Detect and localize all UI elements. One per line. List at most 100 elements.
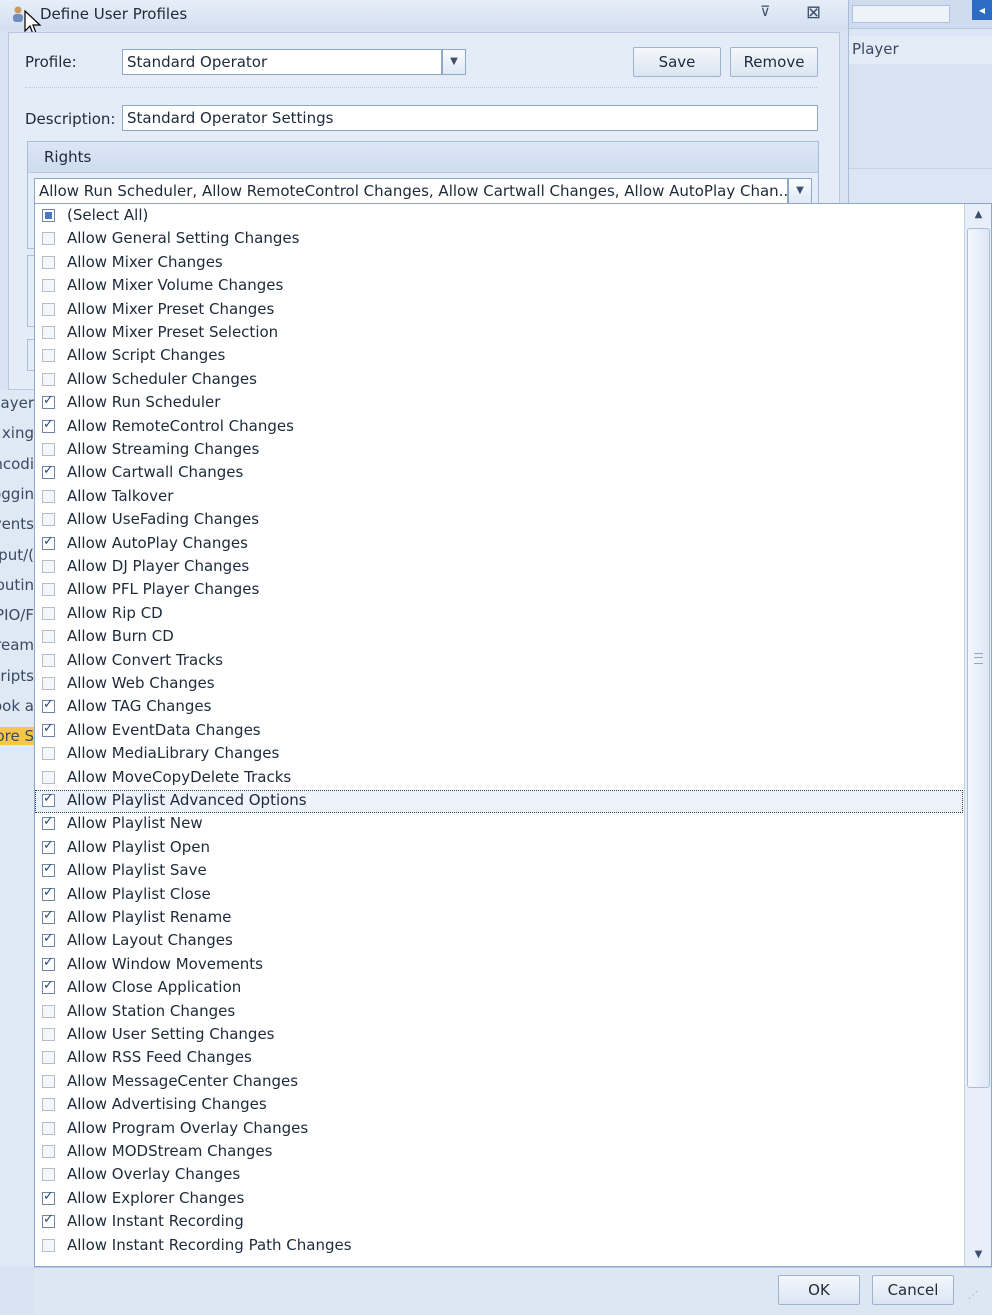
checked-checkbox[interactable] [42,908,55,924]
profile-select[interactable]: Standard Operator [122,49,442,75]
unchecked-checkbox[interactable] [42,747,55,761]
rights-list-item[interactable]: Allow Mixer Preset Changes [35,299,963,322]
unchecked-checkbox[interactable] [42,653,55,667]
checked-checkbox[interactable] [42,417,55,433]
rights-list-item[interactable]: Allow Instant Recording [35,1211,963,1234]
background-nav-item[interactable]: vents [0,515,34,533]
cancel-button[interactable]: Cancel [872,1275,954,1305]
rights-list-item[interactable]: Allow RemoteControl Changes [35,416,963,439]
unchecked-checkbox[interactable] [42,232,55,246]
rights-list-item[interactable]: Allow MoveCopyDelete Tracks [35,767,963,790]
rights-dropdown-icon[interactable]: ▼ [788,178,812,204]
rights-list-item[interactable]: Allow EventData Changes [35,720,963,743]
unchecked-checkbox[interactable] [42,255,55,269]
description-field[interactable]: Standard Operator Settings [122,105,818,131]
rights-list-item[interactable]: Allow MediaLibrary Changes [35,743,963,766]
unchecked-checkbox[interactable] [42,1121,55,1135]
vertical-scrollbar[interactable]: ▲ ▼ [964,204,991,1266]
checked-checkbox[interactable] [42,955,55,971]
rights-list-item[interactable]: Allow Instant Recording Path Changes [35,1235,963,1258]
background-nav-item[interactable]: ncodi [0,455,34,473]
unchecked-checkbox[interactable] [42,606,55,620]
checked-checkbox[interactable] [42,463,55,480]
rights-list-item[interactable]: Allow Burn CD [35,626,963,649]
rights-list-item[interactable]: Allow Station Changes [35,1001,963,1024]
rights-list-item[interactable]: Allow Explorer Changes [35,1188,963,1211]
unchecked-checkbox[interactable] [42,677,55,690]
rights-list-item[interactable]: Allow Mixer Preset Selection [35,322,963,345]
checked-checkbox[interactable] [42,1212,55,1229]
rights-list-item[interactable]: Allow Mixer Volume Changes [35,275,963,298]
scroll-up-icon[interactable]: ▲ [965,204,991,226]
rights-list-item[interactable]: Allow Playlist Rename [35,907,963,930]
unchecked-checkbox[interactable] [42,1004,55,1018]
checked-checkbox[interactable] [42,721,55,737]
save-button[interactable]: Save [633,47,721,77]
remove-button[interactable]: Remove [730,47,818,77]
checked-checkbox[interactable] [42,861,55,878]
rights-list-item[interactable]: Allow User Setting Changes [35,1024,963,1047]
background-nav-item[interactable]: oggin [0,485,34,503]
background-nav-item[interactable]: ook a [0,697,34,715]
checked-checkbox[interactable] [42,838,55,854]
rights-list-item[interactable]: Allow Playlist New [35,813,963,836]
rights-list-item[interactable]: Allow MODStream Changes [35,1141,963,1164]
rights-list-item[interactable]: Allow Run Scheduler [35,392,963,415]
rights-list-item[interactable]: Allow Layout Changes [35,930,963,953]
checked-checkbox[interactable] [42,885,55,901]
checked-checkbox[interactable] [42,534,55,550]
checked-checkbox[interactable] [42,393,55,410]
unchecked-checkbox[interactable] [42,1145,55,1158]
checked-checkbox[interactable] [42,978,55,995]
background-nav-item[interactable]: ayer [0,394,34,412]
rights-list-item[interactable]: Allow Web Changes [35,673,963,696]
rights-list-item[interactable]: Allow MessageCenter Changes [35,1071,963,1094]
background-nav-item[interactable]: cripts [0,667,34,685]
rights-list-item[interactable]: Allow Close Application [35,977,963,1000]
rights-list-item[interactable]: Allow Playlist Save [35,860,963,883]
rights-combobox[interactable]: Allow Run Scheduler, Allow RemoteControl… [34,178,788,204]
rights-dropdown-list[interactable]: ▲ ▼ (Select All) Allow General Setting Ch… [34,203,992,1267]
unchecked-checkbox[interactable] [42,1051,55,1065]
rights-list-item[interactable]: Allow Convert Tracks [35,650,963,673]
unchecked-checkbox[interactable] [42,770,55,784]
rights-list-item[interactable]: Allow Playlist Open [35,837,963,860]
unchecked-checkbox[interactable] [42,489,55,503]
scrollbar-thumb[interactable] [967,228,990,1088]
unchecked-checkbox[interactable] [42,513,55,527]
resize-grip-icon[interactable]: ⋰ [968,1290,988,1310]
unchecked-checkbox[interactable] [42,1028,55,1041]
rights-list-item[interactable]: Allow TAG Changes [35,696,963,719]
rights-list-item[interactable]: Allow Rip CD [35,603,963,626]
rights-list-item[interactable]: Allow PFL Player Changes [35,579,963,602]
unchecked-checkbox[interactable] [42,1238,55,1252]
unchecked-checkbox[interactable] [42,1074,55,1088]
rights-list-item[interactable]: Allow Advertising Changes [35,1094,963,1117]
rights-list-item[interactable]: Allow UseFading Changes [35,509,963,532]
scroll-down-icon[interactable]: ▼ [965,1244,991,1266]
back-arrow-icon[interactable]: ◂ [972,0,992,20]
checked-checkbox[interactable] [42,814,55,831]
rights-list-item[interactable]: Allow Program Overlay Changes [35,1118,963,1141]
background-search-field[interactable] [852,5,950,23]
background-nav-item[interactable]: xing [0,424,34,442]
unchecked-checkbox[interactable] [42,443,55,456]
background-nav-item[interactable]: outin [0,576,34,594]
background-nav-item[interactable]: put/( [0,546,34,564]
rights-list-item[interactable]: Allow General Setting Changes [35,228,963,251]
checked-checkbox[interactable] [42,1189,55,1205]
chevron-down-icon[interactable]: ▼ [442,49,466,75]
checked-checkbox[interactable] [42,791,55,807]
rights-list-item[interactable]: Allow Playlist Advanced Options [35,790,963,813]
unchecked-checkbox[interactable] [42,583,55,597]
checked-checkbox[interactable] [42,697,55,714]
rights-list-item[interactable]: Allow Playlist Close [35,884,963,907]
background-nav-item[interactable]: ore S [0,727,34,746]
rights-list-item[interactable]: Allow Streaming Changes [35,439,963,462]
rights-list-item[interactable]: Allow AutoPlay Changes [35,533,963,556]
rights-list-item[interactable]: Allow RSS Feed Changes [35,1047,963,1070]
pin-icon[interactable]: ⊽ [760,4,770,20]
background-nav-item[interactable]: ream [0,636,34,654]
checked-checkbox[interactable] [42,931,55,948]
unchecked-checkbox[interactable] [42,302,55,316]
